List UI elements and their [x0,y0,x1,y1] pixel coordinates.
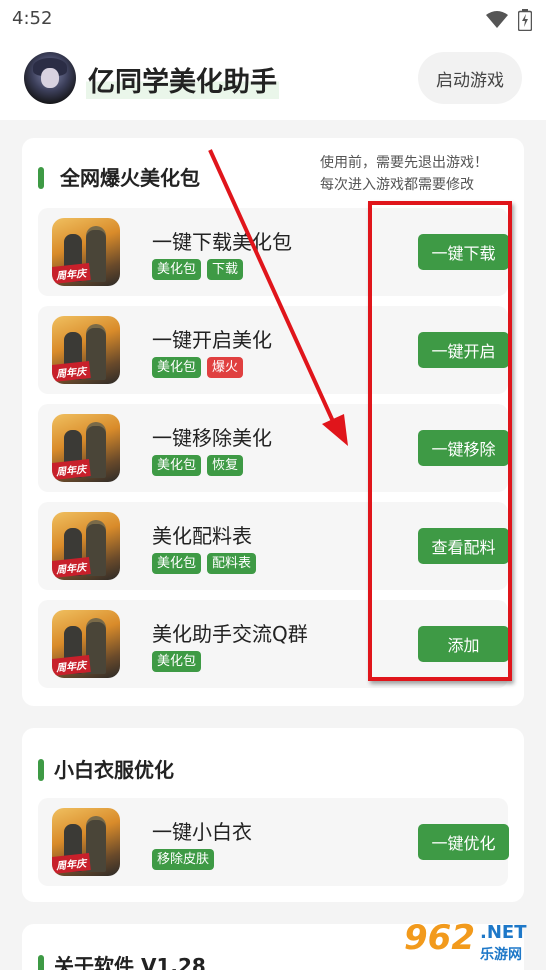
game-icon: 周年庆 [52,316,120,384]
game-icon-badge: 周年庆 [52,263,91,284]
launch-game-button[interactable]: 启动游戏 [418,52,522,104]
tag: 恢复 [207,455,244,476]
game-icon: 周年庆 [52,808,120,876]
item-title: 一键下载美化包 [152,230,292,254]
status-time: 4:52 [12,8,53,29]
section-title-about-text: 关于软件 V1.28 [54,954,206,970]
wifi-icon [486,11,508,28]
item-tags: 美化包 爆火 [152,357,244,378]
tag: 配料表 [207,553,257,574]
app-title: 亿同学美化助手 [86,60,279,99]
site-watermark: 962 .NET 乐游网 [398,918,538,966]
watermark-site: 乐游网 [480,947,522,963]
section-title-about: 关于软件 V1.28 [38,950,206,970]
item-title: 一键移除美化 [152,426,272,450]
tag-hot: 爆火 [207,357,244,378]
game-icon-badge: 周年庆 [52,459,91,480]
game-icon: 周年庆 [52,512,120,580]
tag: 美化包 [152,259,202,280]
tag: 美化包 [152,455,202,476]
list-item: 周年庆 一键小白衣 移除皮肤 一键优化 [38,798,509,886]
tag: 移除皮肤 [152,849,215,870]
tag: 美化包 [152,357,202,378]
tag: 美化包 [152,651,202,672]
item-tags: 移除皮肤 [152,849,215,870]
section-title-main: 全网爆火美化包 [38,162,200,191]
game-icon-badge: 周年庆 [52,655,91,676]
section-title-clothes-text: 小白衣服优化 [54,758,174,782]
usage-note-line1: 使用前，需要先退出游戏！ [320,155,488,171]
item-title: 美化助手交流Q群 [152,622,308,646]
clothes-section-card: 小白衣服优化 周年庆 一键小白衣 移除皮肤 一键优化 [22,728,524,902]
watermark-number: 962 [404,918,475,958]
battery-icon [518,9,532,31]
tag: 美化包 [152,553,202,574]
item-tags: 美化包 配料表 [152,553,257,574]
item-title: 一键开启美化 [152,328,272,352]
item-tags: 美化包 下载 [152,259,244,280]
item-title: 美化配料表 [152,524,252,548]
section-accent-bar [38,955,44,970]
optimize-button[interactable]: 一键优化 [418,824,509,860]
game-icon: 周年庆 [52,414,120,482]
section-accent-bar [38,167,44,189]
item-tags: 美化包 [152,651,202,672]
game-icon-badge: 周年庆 [52,361,91,382]
app-header: 亿同学美化助手 启动游戏 [0,38,546,120]
section-title-main-text: 全网爆火美化包 [60,166,200,190]
section-title-clothes: 小白衣服优化 [38,754,174,783]
game-icon-badge: 周年庆 [52,853,91,874]
usage-note: 使用前，需要先退出游戏！ 每次进入游戏都需要修改 [320,152,488,196]
status-bar: 4:52 [0,0,546,38]
annotation-highlight-box [368,201,512,681]
watermark-suffix: .NET [480,922,527,943]
avatar[interactable] [24,52,76,104]
section-accent-bar [38,759,44,781]
item-title: 一键小白衣 [152,820,252,844]
status-icons [486,9,532,31]
game-icon: 周年庆 [52,610,120,678]
avatar-face [41,68,59,88]
game-icon: 周年庆 [52,218,120,286]
item-tags: 美化包 恢复 [152,455,244,476]
usage-note-line2: 每次进入游戏都需要修改 [320,177,474,193]
game-icon-badge: 周年庆 [52,557,91,578]
tag: 下载 [207,259,244,280]
